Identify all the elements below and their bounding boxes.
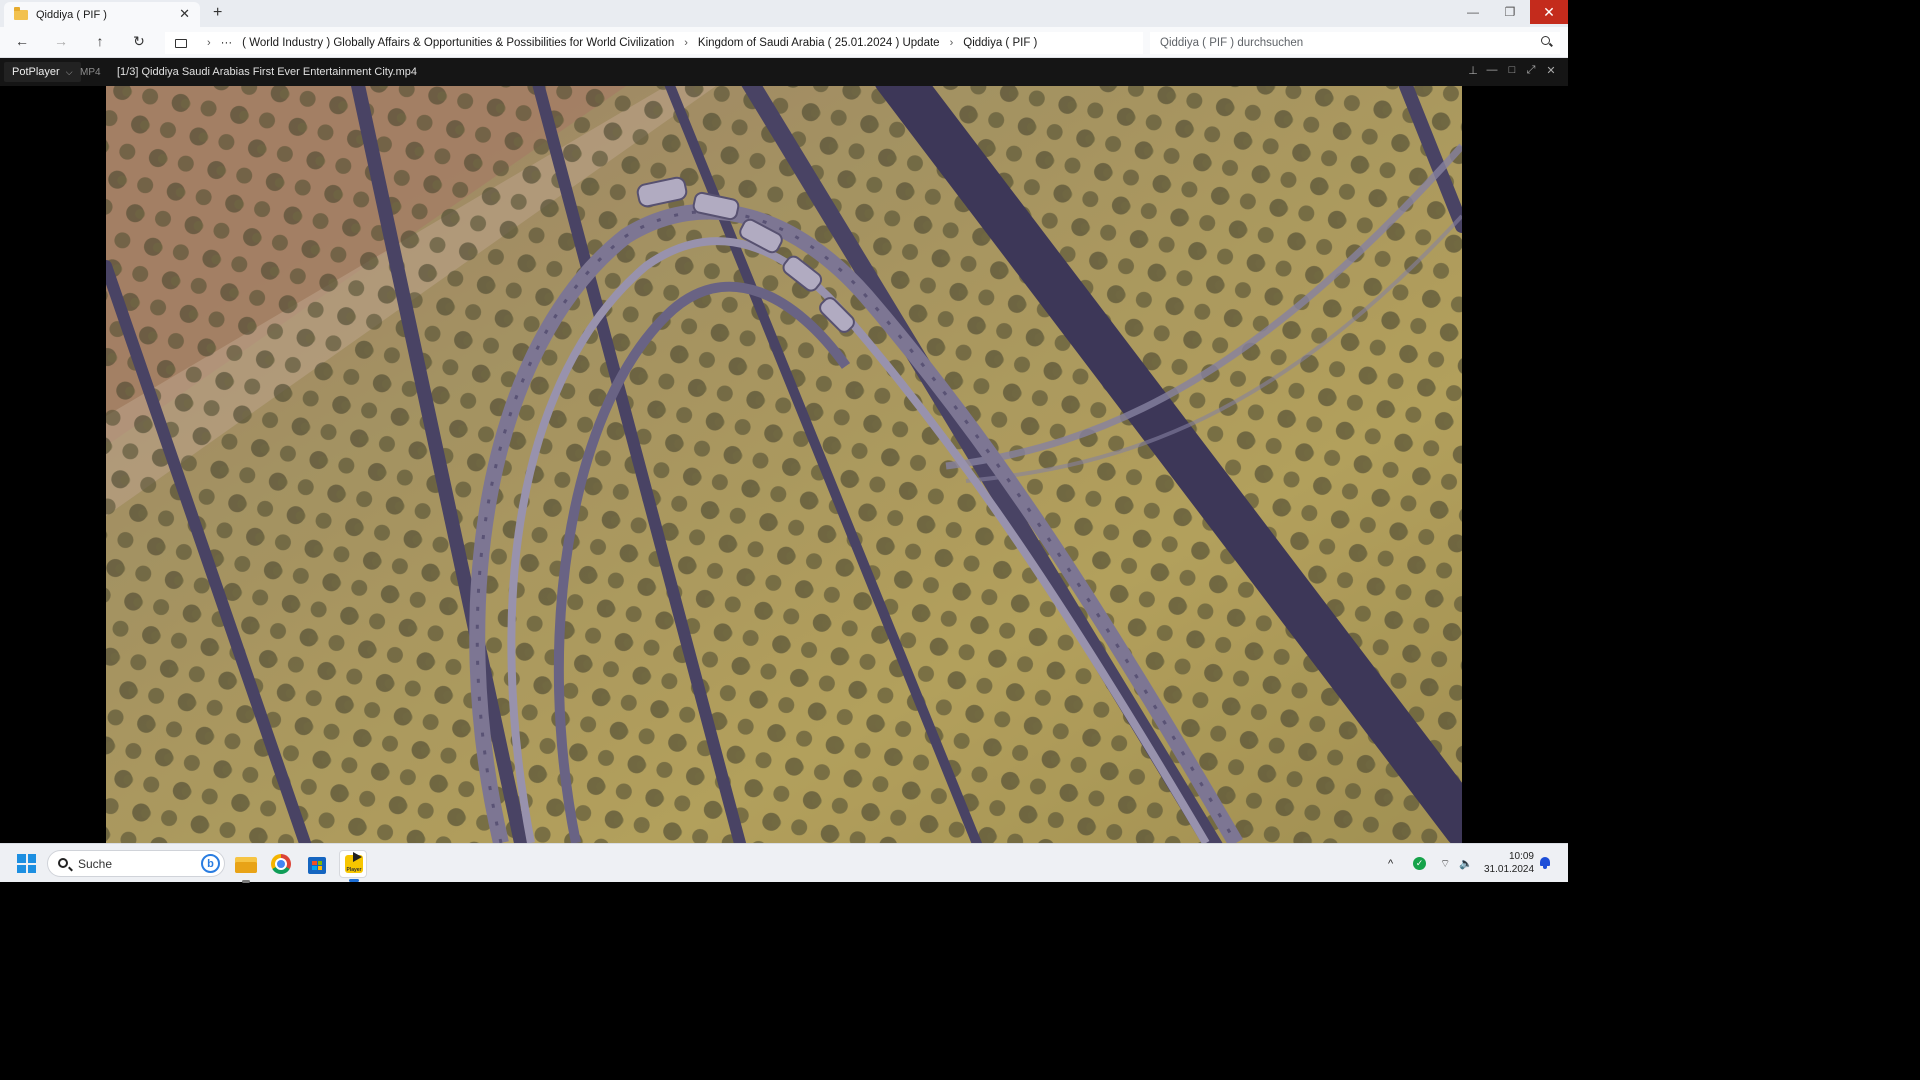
window-close-button[interactable]: ✕ [1530, 0, 1568, 24]
system-clock[interactable]: 10:09 31.01.2024 [1484, 850, 1534, 876]
breadcrumb-separator[interactable]: › [950, 37, 954, 49]
breadcrumb-separator[interactable]: › [684, 37, 688, 49]
folder-search-input[interactable]: Qiddiya ( PIF ) durchsuchen [1150, 32, 1560, 54]
video-frame[interactable] [106, 86, 1462, 843]
potplayer-logo-label: PotPlayer [12, 66, 60, 78]
window-maximize-button[interactable]: ❐ [1491, 0, 1529, 24]
volume-icon[interactable]: 🔈 [1459, 844, 1473, 883]
potplayer-menu-button[interactable]: PotPlayer ⌵ [4, 62, 81, 82]
video-frame-image [106, 86, 1462, 843]
microsoft-store-icon[interactable] [303, 850, 331, 878]
wifi-icon[interactable]: ⌔ [1440, 844, 1450, 883]
video-title: [1/3] Qiddiya Saudi Arabias First Ever E… [117, 66, 417, 78]
explorer-tab[interactable]: Qiddiya ( PIF ) ✕ [4, 2, 200, 27]
windows-logo-icon[interactable] [17, 854, 36, 873]
show-hidden-icons-button[interactable]: ^ [1388, 844, 1393, 883]
taskbar-search-label: Suche [78, 856, 113, 871]
search-icon [58, 858, 68, 868]
player-maximize-button[interactable]: □ [1504, 64, 1520, 80]
tab-close-button[interactable]: ✕ [179, 6, 190, 22]
player-fullscreen-button[interactable]: ⤢ [1523, 64, 1539, 80]
breadcrumb-item-saudi-arabia[interactable]: Kingdom of Saudi Arabia ( 25.01.2024 ) U… [698, 37, 940, 49]
chevron-down-icon: ⌵ [65, 66, 73, 77]
window-minimize-button[interactable]: — [1454, 0, 1492, 24]
player-close-button[interactable]: ✕ [1543, 64, 1559, 80]
computer-icon[interactable] [175, 38, 187, 48]
back-button[interactable]: ← [12, 33, 32, 49]
player-title-bar: PotPlayer ⌵ MP4 [1/3] Qiddiya Saudi Arab… [0, 58, 1568, 86]
forward-button[interactable]: → [51, 33, 71, 49]
breadcrumb-item-world-industry[interactable]: ( World Industry ) Globally Affairs & Op… [242, 37, 674, 49]
breadcrumb[interactable]: › ··· ( World Industry ) Globally Affair… [165, 32, 1143, 54]
explorer-tab-bar: Qiddiya ( PIF ) ✕ + — ❐ ✕ [0, 0, 1568, 27]
clock-date: 31.01.2024 [1484, 864, 1535, 875]
breadcrumb-overflow-button[interactable]: ··· [221, 37, 233, 49]
defender-shield-icon[interactable]: ✓ [1413, 844, 1426, 883]
new-tab-button[interactable]: + [213, 4, 222, 22]
tab-title: Qiddiya ( PIF ) [36, 8, 107, 21]
breadcrumb-item-qiddiya[interactable]: Qiddiya ( PIF ) [963, 37, 1037, 49]
format-badge: MP4 [80, 67, 101, 78]
video-area[interactable] [0, 86, 1568, 843]
breadcrumb-separator[interactable]: › [207, 37, 211, 49]
taskbar: Suche b Player ^ ✓ ⌔ 🔈 10:09 31.01.2024 [0, 843, 1568, 883]
player-minimize-button[interactable]: — [1484, 64, 1500, 80]
file-explorer-icon[interactable] [232, 850, 260, 883]
refresh-button[interactable]: ↻ [129, 33, 149, 50]
pin-on-top-button[interactable]: ⊥ [1465, 64, 1481, 80]
search-icon[interactable] [1541, 36, 1550, 45]
chrome-icon[interactable] [267, 850, 295, 878]
clock-time: 10:09 [1508, 851, 1534, 862]
search-placeholder: Qiddiya ( PIF ) durchsuchen [1160, 37, 1304, 49]
bing-icon[interactable]: b [201, 854, 220, 873]
potplayer-icon[interactable]: Player [339, 850, 367, 882]
taskbar-search-box[interactable]: Suche b [47, 850, 225, 877]
up-button[interactable]: ↑ [90, 33, 110, 49]
notification-bell-icon[interactable] [1539, 856, 1551, 869]
folder-icon [14, 6, 28, 20]
explorer-address-bar: ← → ↑ ↻ › ··· ( World Industry ) Globall… [0, 27, 1568, 58]
